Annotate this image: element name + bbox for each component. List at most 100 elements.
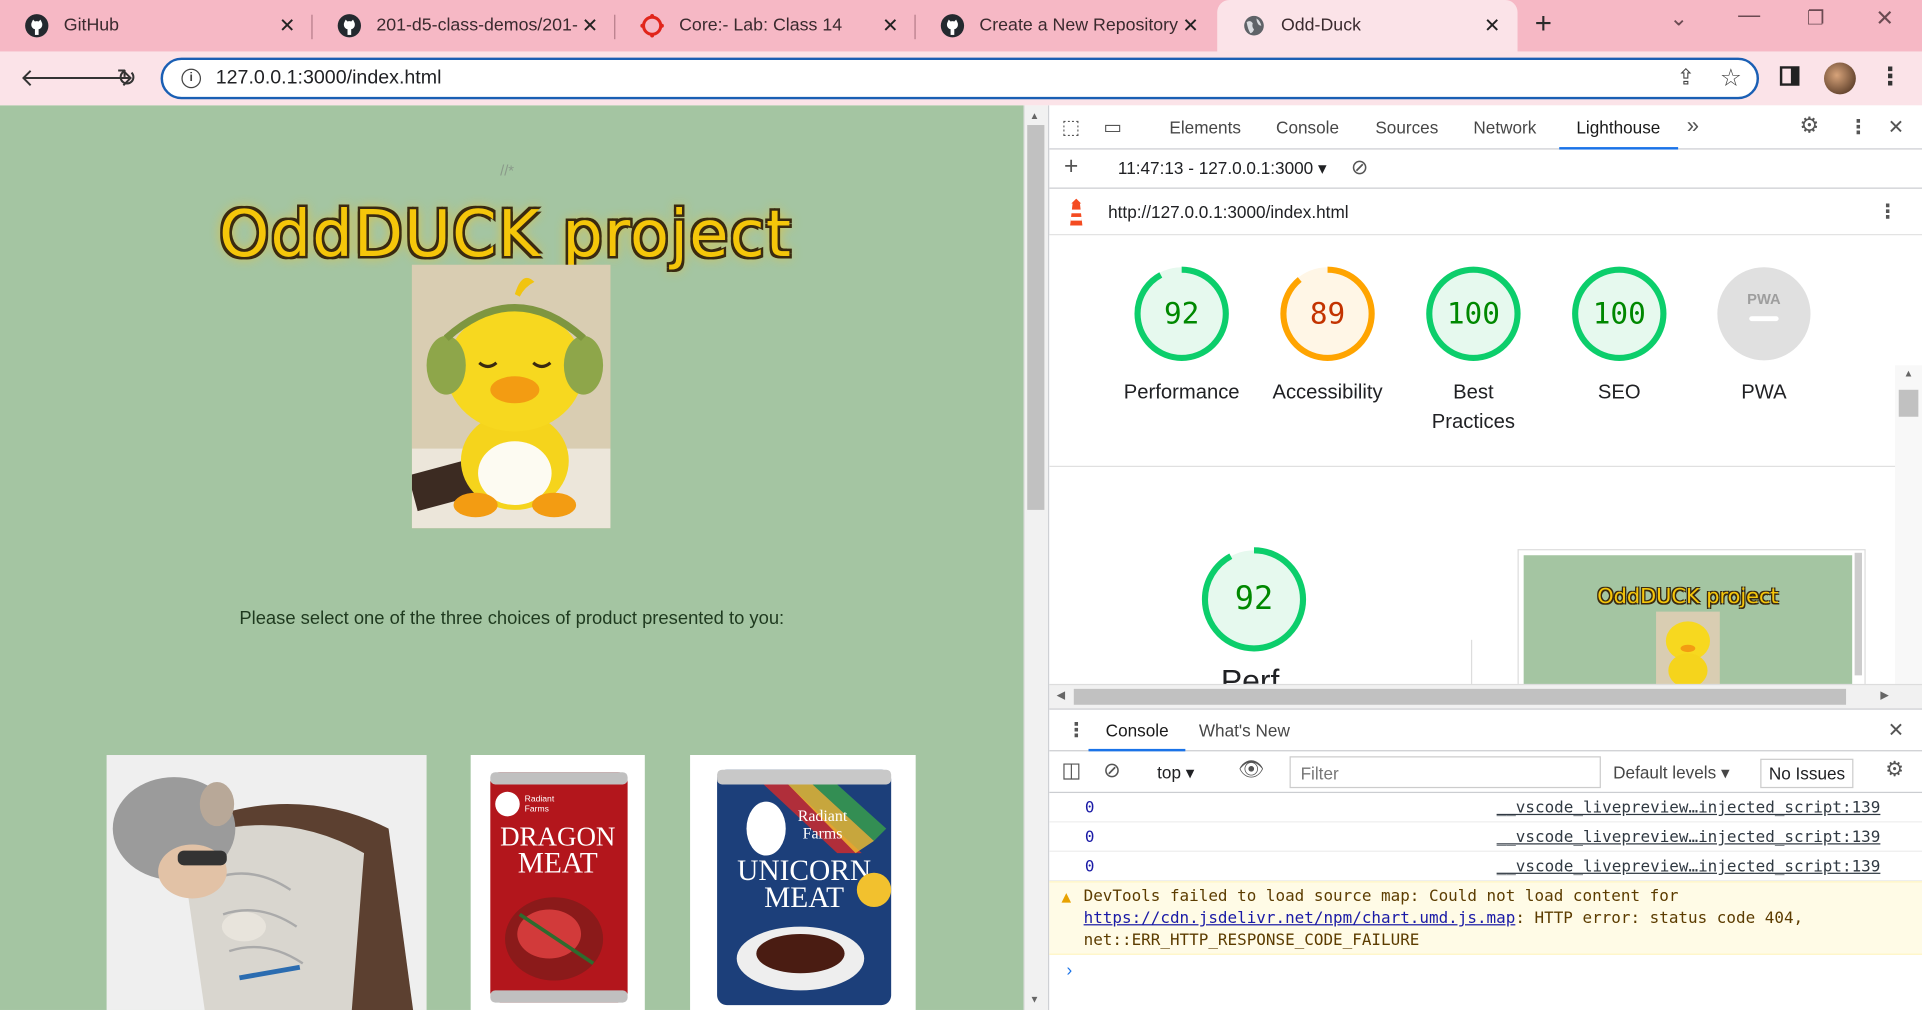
close-icon[interactable]: ✕	[279, 13, 295, 38]
report-menu-icon[interactable]: ⋮	[1878, 200, 1898, 225]
live-expression-eye-icon[interactable]: 👁	[1238, 757, 1264, 782]
clear-console-icon[interactable]: ⊘	[1103, 759, 1120, 784]
console-filter-input[interactable]: Filter	[1289, 756, 1601, 789]
settings-gear-icon[interactable]: ⚙	[1799, 113, 1819, 139]
globe-icon	[1242, 13, 1267, 38]
restore-icon[interactable]: ❐	[1807, 6, 1825, 31]
scrollbar-thumb[interactable]	[1073, 688, 1847, 705]
performance-detail-gauge: 92	[1199, 544, 1309, 654]
scrollbar-thumb[interactable]	[1898, 389, 1919, 417]
page-scrollbar[interactable]: ▲ ▼	[1023, 105, 1049, 1010]
device-toolbar-icon[interactable]: ▭	[1103, 115, 1122, 140]
bookmark-star-icon[interactable]: ☆	[1720, 63, 1742, 94]
score-gauge-accessibility[interactable]: 89	[1279, 265, 1377, 363]
new-tab-button[interactable]: +	[1535, 7, 1552, 41]
close-icon[interactable]: ✕	[582, 13, 598, 38]
share-icon[interactable]: ⇪	[1677, 65, 1696, 91]
devtools-panel: ⬚ ▭ Elements Console Sources Network Lig…	[1048, 105, 1922, 1010]
column-divider	[1470, 639, 1473, 684]
site-info-icon[interactable]: i	[181, 68, 202, 89]
lighthouse-url-bar: http://127.0.0.1:3000/index.html ⋮	[1049, 189, 1922, 236]
score-gauge-performance[interactable]: 92	[1133, 265, 1231, 363]
warning-link[interactable]: https://cdn.jsdelivr.net/npm/chart.umd.j…	[1084, 909, 1516, 927]
duck-image	[411, 264, 611, 529]
context-selector[interactable]: top ▾	[1157, 762, 1194, 783]
tab-create-repo[interactable]: Create a New Repository ✕	[916, 0, 1216, 51]
product-image-dragon-meat[interactable]: Radiant Farms DRAGON MEAT	[470, 755, 645, 1010]
browser-menu-icon[interactable]: ⋮	[1878, 61, 1903, 92]
drawer-tab-console[interactable]: Console	[1088, 710, 1186, 752]
score-gauge-best-practices[interactable]: 100	[1424, 265, 1522, 363]
page-screenshot-thumbnail[interactable]: OddDUCK project	[1517, 549, 1866, 684]
report-selector[interactable]: 11:47:13 - 127.0.0.1:3000 ▾	[1118, 158, 1327, 179]
tab-lighthouse[interactable]: Lighthouse	[1559, 105, 1678, 150]
page-viewport: //* OddDUCK project Please select one of…	[0, 105, 1024, 1010]
score-label: PWA	[1741, 381, 1787, 404]
tab-elements[interactable]: Elements	[1169, 105, 1241, 149]
report-horizontal-scrollbar[interactable]: ◀ ▶	[1049, 683, 1922, 709]
inspect-element-icon[interactable]: ⬚	[1062, 115, 1081, 140]
console-log-row: 0 __vscode_livepreview…injected_script:1…	[1049, 793, 1922, 823]
close-icon[interactable]: ✕	[1484, 13, 1500, 38]
console-settings-icon[interactable]: ⚙	[1885, 757, 1904, 782]
close-window-icon[interactable]: ✕	[1875, 6, 1894, 32]
console-toolbar: ◫ ⊘ top ▾ 👁 Filter Default levels ▾ No I…	[1049, 751, 1922, 794]
tab-network[interactable]: Network	[1473, 105, 1536, 149]
scroll-right-icon[interactable]: ▶	[1880, 689, 1888, 702]
side-panel-icon[interactable]	[1779, 66, 1800, 86]
scroll-down-icon[interactable]: ▼	[1030, 994, 1040, 1005]
more-tabs-icon[interactable]: »	[1687, 113, 1699, 139]
tab-search-icon[interactable]: ⌄	[1670, 6, 1689, 32]
console-log-row: 0 __vscode_livepreview…injected_script:1…	[1049, 822, 1922, 852]
tab-odd-duck[interactable]: Odd-Duck ✕	[1217, 0, 1518, 52]
issues-button[interactable]: No Issues	[1760, 758, 1854, 789]
log-source-link[interactable]: __vscode_livepreview…injected_script:139	[1497, 858, 1881, 876]
log-source-link[interactable]: __vscode_livepreview…injected_script:139	[1497, 829, 1881, 847]
tab-core-lab[interactable]: Core:- Lab: Class 14 ✕	[615, 0, 916, 51]
stray-comment-text: //*	[500, 161, 515, 179]
drawer-tab-whats-new[interactable]: What's New	[1199, 710, 1290, 752]
svg-text:Farms: Farms	[803, 825, 843, 842]
drawer-tabbar: ⋮ Console What's New ✕	[1049, 710, 1922, 752]
github-icon	[337, 13, 362, 38]
close-drawer-icon[interactable]: ✕	[1888, 718, 1904, 743]
url-text[interactable]: 127.0.0.1:3000/index.html	[216, 67, 442, 89]
score-gauge-pwa[interactable]: PWA	[1715, 265, 1813, 363]
scroll-up-icon[interactable]: ▲	[1030, 110, 1040, 121]
svg-text:Radiant: Radiant	[798, 808, 848, 825]
tab-class-demos[interactable]: 201-d5-class-demos/201- ✕	[313, 0, 616, 51]
clear-reports-icon[interactable]: ⊘	[1351, 156, 1368, 181]
close-icon[interactable]: ✕	[882, 13, 898, 38]
console-prompt-icon[interactable]: ›	[1066, 960, 1072, 980]
scroll-left-icon[interactable]: ◀	[1057, 689, 1065, 702]
log-value: 0	[1084, 799, 1095, 818]
tab-title: Create a New Repository	[979, 15, 1178, 36]
close-devtools-icon[interactable]: ✕	[1888, 115, 1904, 140]
tab-sources[interactable]: Sources	[1375, 105, 1438, 149]
score-gauge-seo[interactable]: 100	[1570, 265, 1668, 363]
scroll-up-icon[interactable]: ▲	[1904, 368, 1914, 379]
report-scrollbar[interactable]: ▲ ▼	[1895, 365, 1922, 684]
report-url: http://127.0.0.1:3000/index.html	[1108, 202, 1349, 222]
devtools-menu-icon[interactable]: ⋮	[1849, 115, 1869, 140]
thumbnail-duck	[1656, 611, 1720, 684]
new-report-icon[interactable]: +	[1064, 153, 1078, 181]
log-source-link[interactable]: __vscode_livepreview…injected_script:139	[1497, 799, 1881, 817]
avatar[interactable]	[1823, 62, 1856, 95]
warning-text: DevTools failed to load source map: Coul…	[1083, 887, 1679, 906]
tab-console[interactable]: Console	[1276, 105, 1339, 149]
tab-title: 201-d5-class-demos/201-	[376, 15, 578, 36]
address-bar[interactable]: i 127.0.0.1:3000/index.html ⇪ ☆	[160, 57, 1760, 100]
log-levels-dropdown[interactable]: Default levels ▾	[1613, 762, 1729, 783]
reload-icon[interactable]: ↻	[116, 63, 137, 94]
minimize-icon[interactable]: —	[1738, 2, 1760, 28]
close-icon[interactable]: ✕	[1182, 13, 1198, 38]
drawer-menu-icon[interactable]: ⋮	[1066, 718, 1086, 743]
sidebar-toggle-icon[interactable]: ◫	[1062, 759, 1082, 784]
tab-github[interactable]: GitHub ✕	[0, 0, 313, 51]
score-value: 92	[1163, 296, 1200, 331]
product-image-unicorn-meat[interactable]: Radiant Farms UNICORN MEAT	[690, 755, 916, 1010]
source-map-warning: ▲ DevTools failed to load source map: Co…	[1049, 881, 1922, 955]
scrollbar-thumb[interactable]	[1027, 125, 1045, 510]
product-image-sleeping-bag[interactable]	[106, 755, 427, 1010]
